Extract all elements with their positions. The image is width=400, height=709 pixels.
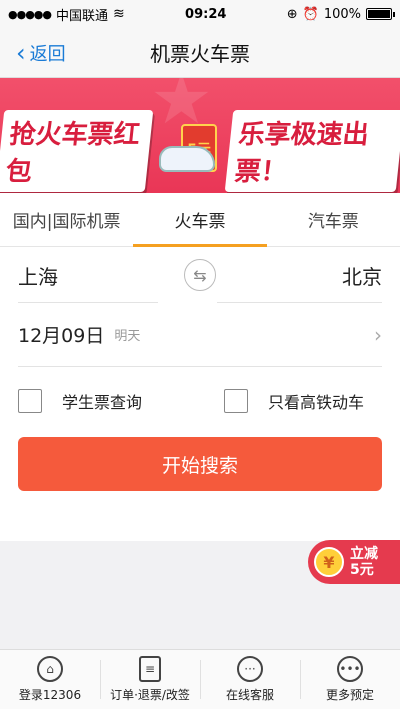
chevron-right-icon: › <box>374 322 382 347</box>
ticket-type-tabs: 国内|国际机票 火车票 汽车票 <box>0 193 400 247</box>
coupon-badge[interactable]: ¥ 立减 5元 <box>308 540 400 584</box>
promo-line1: 立减 <box>350 546 378 562</box>
back-label: 返回 <box>29 44 66 65</box>
filter-options: 学生票查询 只看高铁动车 <box>0 367 400 435</box>
tab-flights[interactable]: 国内|国际机票 <box>0 193 133 246</box>
student-checkbox[interactable] <box>18 389 42 413</box>
departure-date: 12月09日 <box>18 325 105 347</box>
login-icon: ⌂ <box>37 656 63 682</box>
train-redpacket-icon: 5元 <box>159 124 219 178</box>
battery-percent: 100% <box>323 6 361 22</box>
status-bar: ●●●●● 中国联通 ≋ 09:24 ⊕ ⏰ 100% <box>0 0 400 28</box>
search-button[interactable]: 开始搜索 <box>18 437 382 491</box>
banner-left-text: 抢火车票红包 <box>0 110 154 192</box>
clock: 09:24 <box>185 6 227 22</box>
bottom-tab-bar: ⌂ 登录12306 ≡ 订单·退票/改签 ··· 在线客服 ••• 更多预定 <box>0 649 400 709</box>
tabbar-more[interactable]: ••• 更多预定 <box>300 650 400 709</box>
student-ticket-option[interactable]: 学生票查询 <box>18 389 176 413</box>
route-selector: 上海 ⇆ 北京 <box>0 247 400 303</box>
tabbar-service[interactable]: ··· 在线客服 <box>200 650 300 709</box>
coin-icon: ¥ <box>314 547 344 577</box>
promo-banner[interactable]: ★ ★ ★ 抢火车票红包 5元 乐享极速出票！ <box>0 78 400 193</box>
highspeed-checkbox[interactable] <box>224 389 248 413</box>
chevron-left-icon: ‹ <box>16 39 26 67</box>
date-hint: 明天 <box>114 329 141 344</box>
tab-bus[interactable]: 汽车票 <box>267 193 400 246</box>
carrier-label: 中国联通 <box>56 8 109 24</box>
alarm-icon: ⏰ <box>302 6 319 22</box>
date-selector[interactable]: 12月09日 明天 › <box>18 303 382 367</box>
highspeed-option[interactable]: 只看高铁动车 <box>176 389 382 413</box>
signal-icon: ●●●●● <box>8 7 52 21</box>
more-icon: ••• <box>337 656 363 682</box>
rotation-lock-icon: ⊕ <box>286 6 298 22</box>
order-list-icon: ≡ <box>139 656 161 682</box>
tabbar-more-label: 更多预定 <box>325 688 374 702</box>
tabbar-login[interactable]: ⌂ 登录12306 <box>0 650 100 709</box>
nav-bar: ‹ 返回 机票火车票 <box>0 28 400 78</box>
promo-line2: 5元 <box>350 562 374 578</box>
to-city[interactable]: 北京 <box>246 261 382 290</box>
page-title: 机票火车票 <box>150 42 250 66</box>
banner-right-text: 乐享极速出票！ <box>224 110 400 192</box>
battery-icon <box>366 8 395 20</box>
chat-icon: ··· <box>237 656 263 682</box>
from-city[interactable]: 上海 <box>18 261 154 290</box>
student-label: 学生票查询 <box>62 393 143 412</box>
tabbar-login-label: 登录12306 <box>18 688 82 702</box>
highspeed-label: 只看高铁动车 <box>268 393 365 412</box>
wifi-icon: ≋ <box>113 6 125 22</box>
tabbar-service-label: 在线客服 <box>225 688 274 702</box>
tabbar-orders[interactable]: ≡ 订单·退票/改签 <box>100 650 200 709</box>
swap-cities-button[interactable]: ⇆ <box>184 259 216 291</box>
tabbar-orders-label: 订单·退票/改签 <box>110 688 190 702</box>
back-button[interactable]: ‹ 返回 <box>16 28 66 78</box>
tab-train[interactable]: 火车票 <box>133 193 267 247</box>
